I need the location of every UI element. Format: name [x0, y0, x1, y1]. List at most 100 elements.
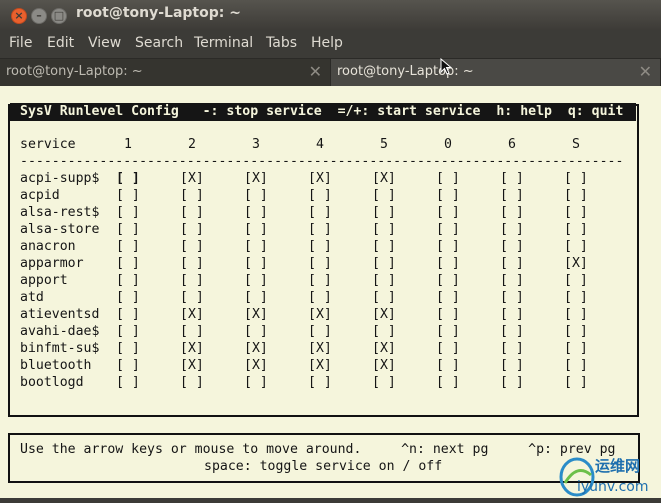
runlevel-checkbox[interactable]: [ ] — [180, 187, 204, 204]
runlevel-checkbox[interactable]: [ ] — [180, 272, 204, 289]
runlevel-checkbox[interactable]: [ ] — [500, 255, 524, 272]
runlevel-checkbox[interactable]: [ ] — [372, 272, 396, 289]
runlevel-checkbox[interactable]: [ ] — [436, 170, 460, 187]
runlevel-checkbox[interactable]: [ ] — [116, 357, 140, 374]
runlevel-checkbox[interactable]: [X] — [308, 170, 332, 187]
runlevel-checkbox[interactable]: [X] — [308, 357, 332, 374]
runlevel-checkbox[interactable]: [ ] — [500, 340, 524, 357]
runlevel-checkbox[interactable]: [ ] — [500, 204, 524, 221]
window-maximize-icon[interactable]: □ — [51, 8, 67, 24]
runlevel-checkbox[interactable]: [ ] — [372, 323, 396, 340]
runlevel-checkbox[interactable]: [ ] — [436, 187, 460, 204]
runlevel-checkbox[interactable]: [ ] — [180, 323, 204, 340]
runlevel-checkbox[interactable]: [ ] — [116, 340, 140, 357]
menu-tabs[interactable]: Tabs — [266, 35, 297, 51]
runlevel-checkbox[interactable]: [ ] — [372, 374, 396, 391]
runlevel-checkbox[interactable]: [ ] — [564, 323, 588, 340]
window-minimize-icon[interactable]: – — [31, 8, 47, 24]
runlevel-checkbox[interactable]: [ ] — [500, 272, 524, 289]
runlevel-checkbox[interactable]: [ ] — [116, 221, 140, 238]
runlevel-checkbox[interactable]: [ ] — [180, 238, 204, 255]
runlevel-checkbox[interactable]: [ ] — [180, 289, 204, 306]
runlevel-checkbox[interactable]: [X] — [180, 306, 204, 323]
runlevel-checkbox[interactable]: [ ] — [564, 238, 588, 255]
runlevel-checkbox[interactable]: [ ] — [564, 374, 588, 391]
runlevel-checkbox[interactable]: [ ] — [308, 204, 332, 221]
runlevel-checkbox[interactable]: [ ] — [500, 306, 524, 323]
runlevel-checkbox[interactable]: [ ] — [308, 255, 332, 272]
window-close-icon[interactable]: × — [11, 8, 27, 24]
menu-search[interactable]: Search — [135, 35, 183, 51]
runlevel-checkbox[interactable]: [ ] — [244, 187, 268, 204]
runlevel-checkbox[interactable]: [ ] — [500, 238, 524, 255]
runlevel-checkbox[interactable]: [ ] — [116, 204, 140, 221]
runlevel-checkbox[interactable]: [ ] — [564, 272, 588, 289]
runlevel-checkbox[interactable]: [ ] — [308, 374, 332, 391]
runlevel-checkbox[interactable]: [ ] — [180, 255, 204, 272]
runlevel-checkbox[interactable]: [X] — [180, 340, 204, 357]
tab-terminal-1[interactable]: root@tony-Laptop: ~ ✕ — [0, 58, 330, 86]
runlevel-checkbox[interactable]: [ ] — [500, 170, 524, 187]
runlevel-checkbox[interactable]: [ ] — [436, 340, 460, 357]
runlevel-checkbox[interactable]: [ ] — [564, 204, 588, 221]
runlevel-checkbox[interactable]: [ ] — [372, 204, 396, 221]
runlevel-checkbox[interactable]: [ ] — [564, 357, 588, 374]
runlevel-checkbox[interactable]: [ ] — [564, 306, 588, 323]
runlevel-checkbox[interactable]: [ ] — [372, 187, 396, 204]
runlevel-checkbox[interactable]: [ ] — [180, 221, 204, 238]
runlevel-checkbox[interactable]: [ ] — [500, 221, 524, 238]
runlevel-checkbox[interactable]: [X] — [372, 340, 396, 357]
runlevel-checkbox[interactable]: [ ] — [116, 306, 140, 323]
runlevel-checkbox[interactable]: [ ] — [116, 170, 140, 187]
runlevel-checkbox[interactable]: [ ] — [244, 255, 268, 272]
runlevel-checkbox[interactable]: [ ] — [308, 187, 332, 204]
runlevel-checkbox[interactable]: [ ] — [244, 238, 268, 255]
runlevel-checkbox[interactable]: [X] — [308, 340, 332, 357]
runlevel-checkbox[interactable]: [ ] — [500, 357, 524, 374]
runlevel-checkbox[interactable]: [ ] — [500, 289, 524, 306]
runlevel-checkbox[interactable]: [ ] — [564, 187, 588, 204]
runlevel-checkbox[interactable]: [X] — [180, 170, 204, 187]
runlevel-checkbox[interactable]: [ ] — [436, 238, 460, 255]
runlevel-checkbox[interactable]: [ ] — [116, 187, 140, 204]
runlevel-checkbox[interactable]: [ ] — [500, 187, 524, 204]
runlevel-checkbox[interactable]: [ ] — [436, 221, 460, 238]
runlevel-checkbox[interactable]: [ ] — [116, 272, 140, 289]
runlevel-checkbox[interactable]: [ ] — [436, 272, 460, 289]
runlevel-checkbox[interactable]: [ ] — [436, 323, 460, 340]
runlevel-checkbox[interactable]: [ ] — [372, 238, 396, 255]
runlevel-checkbox[interactable]: [ ] — [372, 289, 396, 306]
runlevel-checkbox[interactable]: [ ] — [436, 289, 460, 306]
runlevel-checkbox[interactable]: [ ] — [116, 374, 140, 391]
menu-terminal[interactable]: Terminal — [194, 35, 253, 51]
runlevel-checkbox[interactable]: [X] — [244, 357, 268, 374]
runlevel-checkbox[interactable]: [ ] — [308, 221, 332, 238]
menu-edit[interactable]: Edit — [47, 35, 74, 51]
runlevel-checkbox[interactable]: [ ] — [180, 374, 204, 391]
runlevel-checkbox[interactable]: [ ] — [372, 255, 396, 272]
terminal-area[interactable]: SysV Runlevel Config -: stop service =/+… — [0, 86, 661, 498]
menu-view[interactable]: View — [88, 35, 121, 51]
tab-close-icon[interactable]: ✕ — [309, 63, 322, 81]
runlevel-checkbox[interactable]: [ ] — [244, 289, 268, 306]
runlevel-checkbox[interactable]: [X] — [372, 357, 396, 374]
runlevel-checkbox[interactable]: [X] — [564, 255, 588, 272]
runlevel-checkbox[interactable]: [ ] — [116, 238, 140, 255]
runlevel-checkbox[interactable]: [X] — [244, 306, 268, 323]
runlevel-checkbox[interactable]: [ ] — [500, 323, 524, 340]
tab-terminal-2[interactable]: root@tony-Laptop: ~ ✕ — [330, 58, 661, 86]
runlevel-checkbox[interactable]: [ ] — [500, 374, 524, 391]
runlevel-checkbox[interactable]: [ ] — [308, 272, 332, 289]
runlevel-checkbox[interactable]: [ ] — [244, 221, 268, 238]
runlevel-checkbox[interactable]: [ ] — [436, 357, 460, 374]
runlevel-checkbox[interactable]: [ ] — [436, 255, 460, 272]
runlevel-checkbox[interactable]: [ ] — [116, 255, 140, 272]
runlevel-checkbox[interactable]: [ ] — [308, 289, 332, 306]
runlevel-checkbox[interactable]: [ ] — [564, 170, 588, 187]
runlevel-checkbox[interactable]: [X] — [372, 170, 396, 187]
runlevel-checkbox[interactable]: [ ] — [308, 238, 332, 255]
runlevel-checkbox[interactable]: [ ] — [244, 323, 268, 340]
menu-help[interactable]: Help — [311, 35, 343, 51]
menu-file[interactable]: File — [9, 35, 32, 51]
tab-close-icon[interactable]: ✕ — [639, 63, 652, 81]
